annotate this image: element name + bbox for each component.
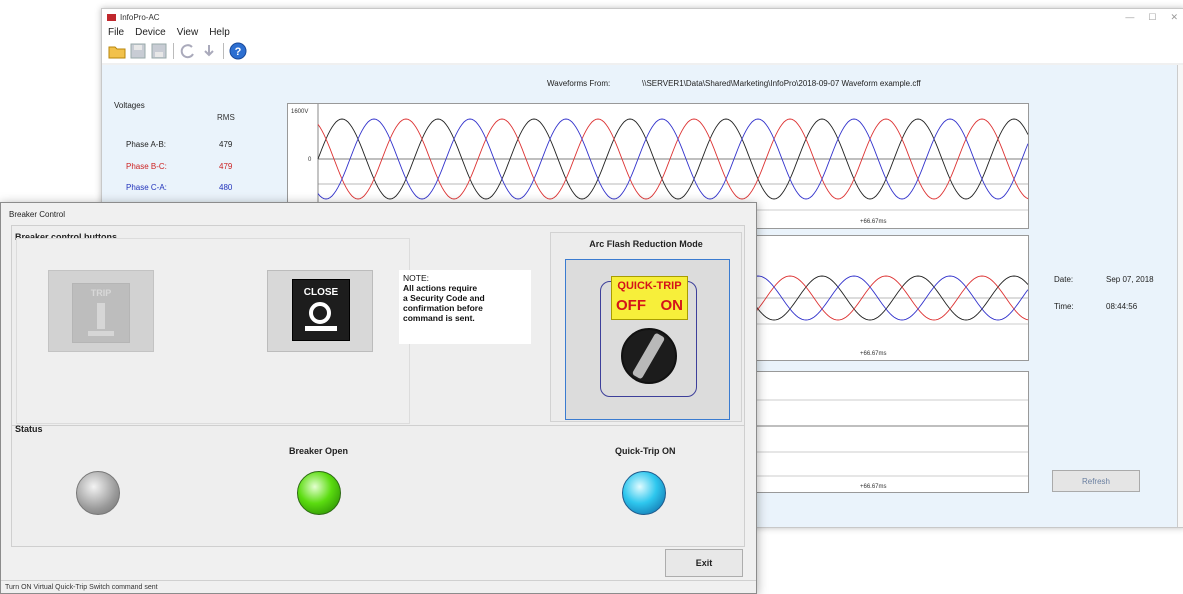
phase-ab-value: 479: [219, 140, 233, 149]
close-switch-icon: CLOSE: [292, 279, 350, 341]
breaker-status-label: Breaker Open: [289, 446, 349, 456]
phase-ca-label: Phase C-A:: [126, 183, 167, 192]
download-icon[interactable]: [200, 42, 218, 60]
minimize-icon[interactable]: —: [1125, 12, 1134, 23]
quick-trip-switch[interactable]: QUICK-TRIP OFF ON: [565, 259, 730, 420]
note-heading: NOTE:: [403, 273, 429, 283]
toolbar-separator: [173, 43, 174, 59]
waveforms-from-label: Waveforms From:: [547, 79, 611, 88]
dialog-title: Breaker Control: [9, 210, 66, 219]
svg-text:?: ?: [235, 46, 242, 58]
exit-button[interactable]: Exit: [665, 549, 743, 577]
date-label: Date:: [1054, 275, 1074, 284]
phase-ca-value: 480: [219, 183, 233, 192]
note-line: confirmation before: [403, 303, 483, 313]
status-panel: Status Breaker Open Quick-Trip ON: [11, 424, 745, 547]
trip-switch-icon: TRIP: [72, 283, 130, 343]
close-breaker-button[interactable]: CLOSE: [267, 270, 373, 352]
breaker-open-indicator: [297, 471, 341, 515]
selector-knob-icon: [621, 328, 677, 384]
rms-header: RMS: [217, 113, 235, 122]
side-tab-strip: [1177, 65, 1183, 527]
voltages-title: Voltages: [114, 101, 145, 110]
arc-flash-panel: Arc Flash Reduction Mode QUICK-TRIP OFF …: [550, 232, 742, 422]
menu-help[interactable]: Help: [209, 27, 230, 38]
save-as-icon[interactable]: [150, 42, 168, 60]
security-note: NOTE: All actions require a Security Cod…: [399, 270, 531, 344]
quick-trip-status-label: Quick-Trip ON: [615, 446, 676, 456]
date-value: Sep 07, 2018: [1106, 275, 1154, 284]
phase-ab-label: Phase A-B:: [126, 140, 167, 149]
maximize-icon[interactable]: ☐: [1148, 12, 1156, 23]
menu-view[interactable]: View: [177, 27, 199, 38]
toolbar: ?: [102, 39, 1183, 63]
status-indicator-gray: [76, 471, 120, 515]
save-icon[interactable]: [129, 42, 147, 60]
y-mid-label: 0: [308, 157, 312, 163]
quick-trip-off-label: OFF: [616, 297, 646, 314]
note-line: command is sent.: [403, 313, 475, 323]
open-folder-icon[interactable]: [108, 42, 126, 60]
window-title: InfoPro-AC: [120, 12, 160, 22]
menu-device[interactable]: Device: [135, 27, 166, 38]
quick-trip-title: QUICK-TRIP: [617, 280, 682, 292]
time-label: Time:: [1054, 302, 1074, 311]
x-right-label: +66.67ms: [860, 484, 887, 490]
time-value: 08:44:56: [1106, 302, 1138, 311]
voltages-group: Voltages RMS Phase A-B: 479 Phase B-C: 4…: [114, 95, 264, 215]
phase-bc-value: 479: [219, 162, 233, 171]
menu-bar: File Device View Help: [102, 25, 1183, 39]
quick-trip-frame: QUICK-TRIP OFF ON: [600, 276, 697, 397]
dialog-statusbar: Turn ON Virtual Quick-Trip Switch comman…: [1, 580, 756, 593]
x-right-label: +66.67ms: [860, 351, 887, 357]
window-titlebar: InfoPro-AC — ☐ ✕: [102, 9, 1183, 25]
arc-flash-title: Arc Flash Reduction Mode: [589, 239, 703, 249]
help-icon[interactable]: ?: [229, 42, 247, 60]
breaker-controls-panel: Breaker control buttons TRIP CLOSE NOTE:…: [11, 225, 745, 426]
phase-bc-label: Phase B-C:: [126, 162, 167, 171]
trip-label: TRIP: [90, 288, 112, 298]
note-line: All actions require: [403, 283, 478, 293]
quick-trip-on-indicator: [622, 471, 666, 515]
trip-button[interactable]: TRIP: [48, 270, 154, 352]
app-icon: [107, 13, 116, 21]
quick-trip-on-label: ON: [660, 297, 684, 314]
waveform-file-path: \\SERVER1\Data\Shared\Marketing\InfoPro\…: [642, 79, 921, 88]
y-top-label: 1600V: [291, 109, 308, 115]
quick-trip-plate: QUICK-TRIP OFF ON: [611, 276, 688, 320]
refresh-button[interactable]: Refresh: [1052, 470, 1140, 492]
close-window-icon[interactable]: ✕: [1170, 12, 1178, 23]
close-label: CLOSE: [303, 287, 339, 298]
note-line: a Security Code and: [403, 293, 485, 303]
undo-icon[interactable]: [179, 42, 197, 60]
toolbar-separator: [223, 43, 224, 59]
menu-file[interactable]: File: [108, 27, 124, 38]
status-title: Status: [15, 424, 43, 434]
x-right-label: +66.67ms: [860, 219, 887, 225]
breaker-control-dialog: Breaker Control Breaker control buttons …: [0, 202, 757, 594]
